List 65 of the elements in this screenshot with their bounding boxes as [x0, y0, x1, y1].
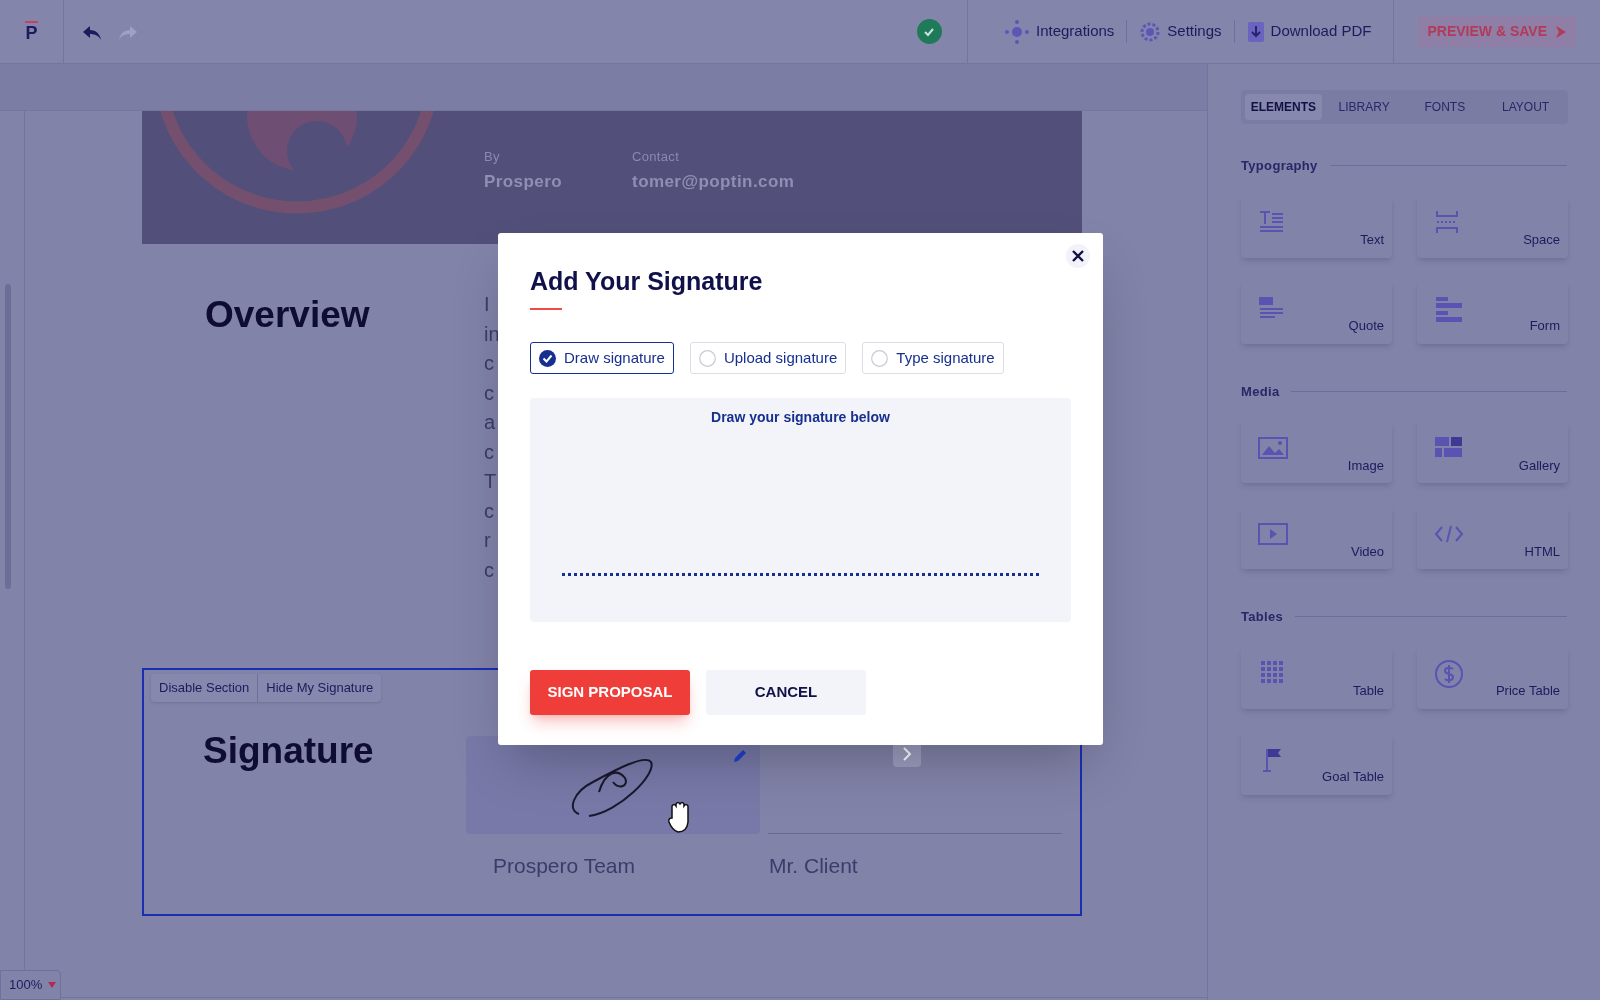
card-label: Video [1351, 542, 1384, 561]
element-card[interactable]: Text [1241, 195, 1392, 258]
field-value: Prospero [484, 170, 563, 193]
element-card[interactable]: Video [1241, 507, 1392, 569]
section-title: Typography [1241, 157, 1318, 175]
section-title: Tables [1241, 608, 1284, 626]
card-label: Image [1347, 456, 1384, 475]
field-label: Contact [632, 148, 681, 166]
element-card[interactable]: Space [1417, 195, 1568, 258]
element-card[interactable]: Form [1417, 281, 1568, 344]
settings-button[interactable]: Settings [1126, 20, 1234, 43]
field-label: By [484, 148, 501, 166]
settings-icon [1139, 20, 1162, 43]
pencil-icon[interactable] [732, 748, 748, 764]
signature-option[interactable]: Draw signature [530, 342, 674, 374]
card-label: Form [1529, 317, 1560, 335]
signature-option[interactable]: Type signature [862, 342, 1004, 374]
close-icon [1072, 250, 1084, 262]
pad-hint: Draw your signature below [710, 408, 891, 427]
element-card[interactable]: Gallery [1417, 421, 1568, 483]
card-label: Space [1523, 231, 1560, 249]
chevron-right-icon [902, 747, 912, 761]
element-card[interactable]: Quote [1241, 281, 1392, 344]
panel-tab[interactable]: ELEMENTS [1245, 94, 1322, 120]
zoom-dropdown[interactable]: 100% [0, 970, 61, 1000]
logo[interactable]: P [25, 21, 38, 42]
dollar-icon [1433, 658, 1465, 689]
card-label: Text [1360, 231, 1384, 249]
card-label: Price Table [1495, 682, 1560, 700]
caret-icon [48, 982, 57, 988]
element-card[interactable]: HTML [1417, 507, 1568, 569]
element-card[interactable]: Table [1241, 646, 1392, 709]
element-card[interactable]: Image [1241, 421, 1392, 483]
card-label: Table [1352, 682, 1384, 700]
panel-tab[interactable]: FONTS [1406, 94, 1484, 120]
card-label: Goal Table [1322, 768, 1384, 786]
close-button[interactable] [1066, 244, 1090, 268]
hide-signature-button[interactable]: Hide My Signature [257, 674, 382, 702]
sign-proposal-button[interactable]: SIGN PROPOSAL [530, 670, 690, 715]
field-value: tomer@poptin.com [632, 170, 795, 193]
card-label: HTML [1524, 542, 1560, 561]
dialog-title: Add Your Signature [530, 269, 764, 294]
signature-option[interactable]: Upload signature [689, 342, 847, 374]
signer-name: Prospero Team [492, 853, 637, 879]
signature-pad[interactable]: Draw your signature below [530, 398, 1071, 622]
radio-checked-icon [539, 349, 556, 367]
section-title: Media [1241, 382, 1280, 401]
element-card[interactable]: Goal Table [1241, 732, 1392, 795]
radio-icon [698, 349, 716, 367]
integrations-button[interactable]: Integrations [991, 18, 1127, 45]
element-card[interactable]: Price Table [1417, 646, 1568, 709]
nodes-icon [1003, 18, 1030, 45]
panel-tab[interactable]: LIBRARY [1325, 94, 1403, 120]
card-label: Quote [1348, 317, 1384, 335]
cancel-button[interactable]: CANCEL [706, 670, 866, 715]
radio-icon [871, 349, 889, 367]
pdf-file-icon [1246, 20, 1265, 43]
section-heading: Overview [204, 296, 371, 337]
section-heading: Signature [202, 732, 375, 773]
card-label: Gallery [1518, 456, 1560, 475]
download-button[interactable]: Download PDF [1233, 20, 1384, 43]
signer-name: Mr. Client [768, 853, 859, 879]
panel-tab[interactable]: LAYOUT [1487, 94, 1564, 120]
disable-section-button[interactable]: Disable Section [151, 674, 258, 702]
overview-paragraph: I in c c a c T c r c [484, 292, 500, 583]
